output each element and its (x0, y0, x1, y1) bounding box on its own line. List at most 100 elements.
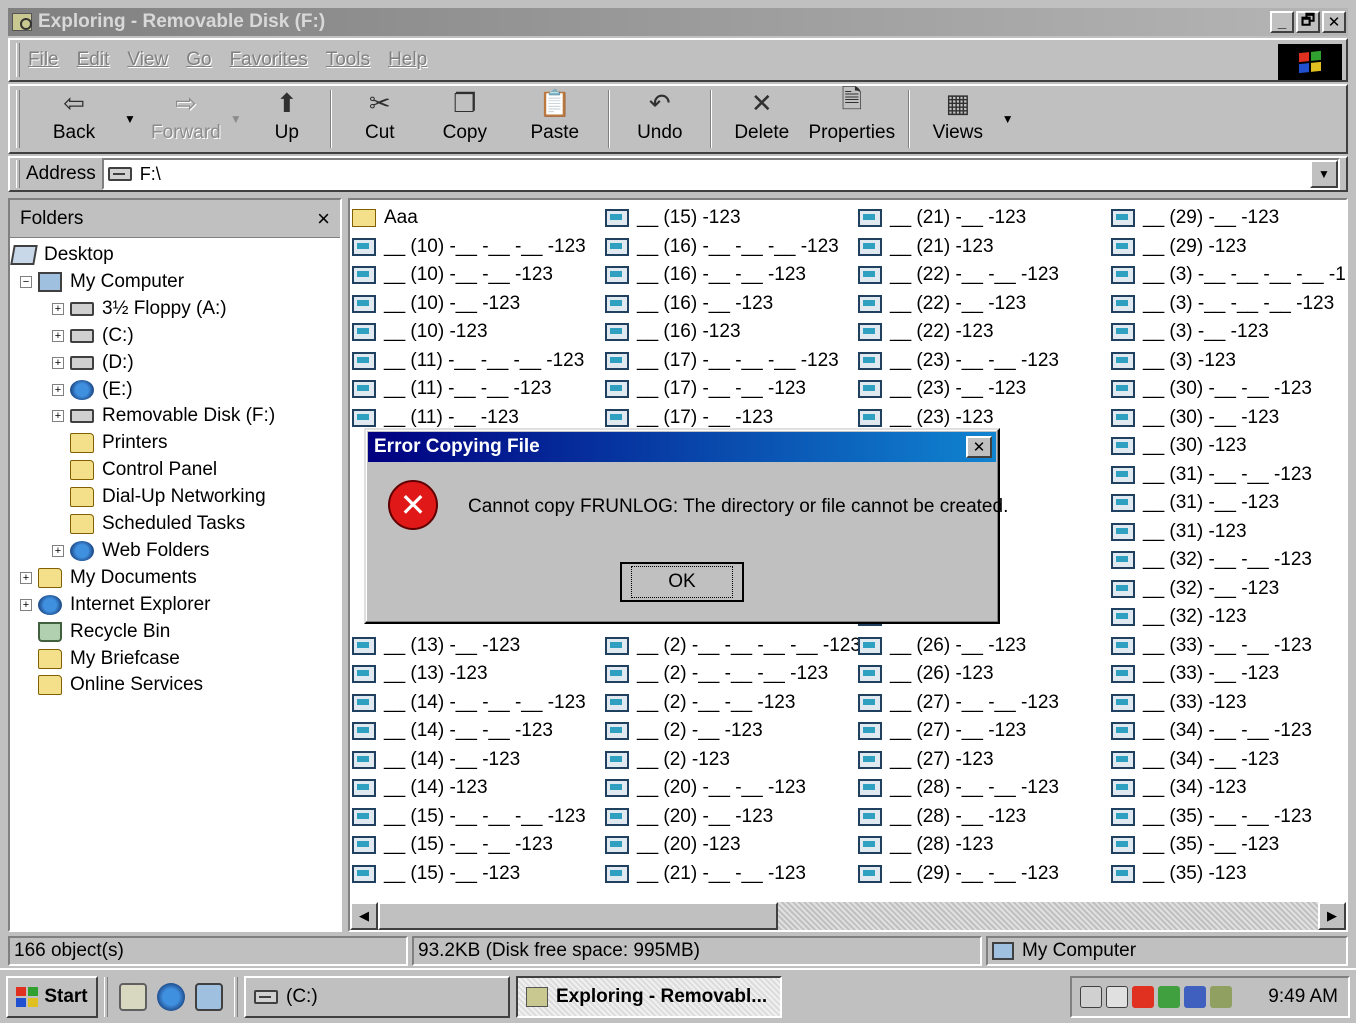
tree-expander[interactable]: + (52, 410, 64, 423)
tree-item[interactable]: + (D:) (52, 350, 134, 376)
file-item[interactable]: __ (10) -123 (352, 318, 488, 346)
file-item[interactable]: __ (33) -__ -__ -123 (1111, 632, 1312, 660)
horizontal-scrollbar[interactable]: ◀ ▶ (350, 902, 1346, 930)
file-item[interactable]: __ (29) -123 (1111, 233, 1247, 261)
cut-button[interactable]: ✂ Cut (340, 86, 420, 152)
file-item[interactable]: __ (29) -__ -123 (1111, 204, 1279, 232)
show-desktop-icon[interactable] (119, 982, 147, 1011)
dialog-title-bar[interactable]: Error Copying File ✕ (368, 432, 996, 462)
tree-item[interactable]: − My Computer (20, 269, 184, 295)
file-item[interactable]: __ (3) -__ -__ -__ -__ -123 (1111, 261, 1346, 289)
window-title-bar[interactable]: Exploring - Removable Disk (F:) _ 🗗 ✕ (8, 8, 1348, 36)
file-item[interactable]: __ (31) -__ -__ -123 (1111, 461, 1312, 489)
tree-item[interactable]: Dial-Up Networking (52, 484, 266, 510)
up-button[interactable]: ⬆ Up (252, 86, 322, 152)
scroll-left-button[interactable]: ◀ (350, 902, 378, 930)
tree-item[interactable]: + My Documents (20, 565, 197, 591)
tree-item[interactable]: + Removable Disk (F:) (52, 403, 275, 429)
file-item[interactable]: __ (2) -123 (605, 746, 730, 774)
address-dropdown-button[interactable]: ▼ (1310, 160, 1338, 188)
tree-expander[interactable]: + (20, 571, 32, 584)
file-item[interactable]: __ (17) -__ -__ -123 (605, 375, 806, 403)
tree-expander[interactable]: + (52, 356, 64, 369)
volume-icon[interactable] (1106, 985, 1128, 1008)
file-item[interactable]: __ (16) -__ -__ -__ -123 (605, 233, 839, 261)
file-item[interactable]: __ (13) -__ -123 (352, 632, 520, 660)
tree-item[interactable]: My Briefcase (20, 646, 180, 672)
file-item[interactable]: __ (3) -__ -123 (1111, 318, 1269, 346)
ok-button[interactable]: OK (620, 562, 744, 602)
file-item[interactable]: __ (22) -__ -123 (858, 290, 1026, 318)
file-item[interactable]: __ (21) -__ -__ -123 (605, 860, 806, 888)
tree-item[interactable]: Control Panel (52, 457, 217, 483)
menu-file[interactable]: File (28, 49, 59, 71)
menu-go[interactable]: Go (186, 49, 211, 71)
taskbar-grip[interactable] (104, 976, 108, 1017)
menu-favorites[interactable]: Favorites (230, 49, 308, 71)
file-item[interactable]: __ (33) -__ -123 (1111, 660, 1279, 688)
file-item[interactable]: __ (34) -123 (1111, 774, 1247, 802)
file-item[interactable]: __ (11) -__ -__ -__ -123 (352, 347, 584, 375)
file-item[interactable]: __ (10) -__ -123 (352, 290, 520, 318)
file-item[interactable]: __ (30) -__ -__ -123 (1111, 375, 1312, 403)
file-item[interactable]: __ (23) -__ -__ -123 (858, 347, 1059, 375)
file-item[interactable]: __ (35) -__ -123 (1111, 831, 1279, 859)
tree-item[interactable]: + (C:) (52, 323, 134, 349)
menu-edit[interactable]: Edit (77, 49, 110, 71)
file-item[interactable]: __ (14) -123 (352, 774, 488, 802)
file-item[interactable]: __ (31) -123 (1111, 518, 1247, 546)
outlook-express-icon[interactable] (195, 982, 223, 1011)
file-item[interactable]: __ (10) -__ -__ -123 (352, 261, 553, 289)
menu-help[interactable]: Help (388, 49, 427, 71)
toolbar-grip[interactable] (16, 90, 20, 148)
start-button[interactable]: Start (6, 975, 98, 1018)
file-item[interactable]: __ (22) -__ -__ -123 (858, 261, 1059, 289)
file-item[interactable]: __ (29) -__ -__ -123 (858, 860, 1059, 888)
display-icon[interactable] (1184, 985, 1206, 1008)
views-button[interactable]: ▦ Views (918, 86, 998, 152)
file-item[interactable]: __ (35) -123 (1111, 860, 1247, 888)
file-item[interactable]: __ (32) -__ -123 (1111, 575, 1279, 603)
tree-item[interactable]: + Web Folders (52, 538, 209, 564)
file-item[interactable]: __ (26) -__ -123 (858, 632, 1026, 660)
copy-button[interactable]: ❐ Copy (420, 86, 510, 152)
file-item[interactable]: __ (16) -__ -123 (605, 290, 773, 318)
file-item[interactable]: __ (23) -__ -123 (858, 375, 1026, 403)
forward-dropdown-arrow[interactable]: ▼ (230, 112, 242, 126)
address-input[interactable]: F:\ ▼ (101, 158, 1340, 190)
file-item[interactable]: __ (34) -__ -123 (1111, 746, 1279, 774)
tree-expander[interactable]: + (52, 329, 64, 342)
task-drive-c[interactable]: (C:) (244, 975, 510, 1018)
file-item[interactable]: __ (16) -123 (605, 318, 741, 346)
file-item[interactable]: __ (10) -__ -__ -__ -123 (352, 233, 586, 261)
file-item[interactable]: __ (20) -123 (605, 831, 741, 859)
file-item[interactable]: __ (21) -__ -123 (858, 204, 1026, 232)
tree-expander[interactable]: + (20, 598, 32, 611)
file-item[interactable]: __ (14) -__ -__ -__ -123 (352, 689, 586, 717)
folders-close-button[interactable]: × (317, 206, 330, 232)
file-item[interactable]: __ (11) -__ -__ -123 (352, 375, 552, 403)
file-item[interactable]: __ (14) -__ -123 (352, 746, 520, 774)
task-exploring[interactable]: Exploring - Removabl... (516, 975, 782, 1018)
tree-item[interactable]: Printers (52, 430, 167, 456)
tree-item[interactable]: Desktop (10, 242, 114, 268)
menu-bar-grip[interactable] (16, 43, 20, 77)
file-item[interactable]: __ (22) -123 (858, 318, 994, 346)
close-button[interactable]: ✕ (1322, 11, 1346, 33)
address-bar-grip[interactable] (16, 160, 20, 188)
file-item[interactable]: __ (35) -__ -__ -123 (1111, 803, 1312, 831)
file-item[interactable]: __ (26) -123 (858, 660, 994, 688)
back-dropdown-arrow[interactable]: ▼ (124, 112, 136, 126)
file-item[interactable]: __ (15) -__ -__ -__ -123 (352, 803, 586, 831)
file-item[interactable]: __ (14) -__ -__ -123 (352, 717, 553, 745)
menu-view[interactable]: View (127, 49, 168, 71)
dialog-close-button[interactable]: ✕ (966, 436, 992, 458)
taskbar-grip[interactable] (234, 976, 238, 1017)
file-item[interactable]: __ (28) -__ -123 (858, 803, 1026, 831)
file-item[interactable]: __ (27) -__ -123 (858, 717, 1026, 745)
file-item[interactable]: __ (32) -123 (1111, 603, 1247, 631)
file-item[interactable]: __ (15) -123 (605, 204, 741, 232)
back-button[interactable]: ⇦ Back (28, 86, 120, 152)
tree-expander[interactable]: + (52, 544, 64, 557)
file-item[interactable]: __ (2) -__ -123 (605, 717, 763, 745)
